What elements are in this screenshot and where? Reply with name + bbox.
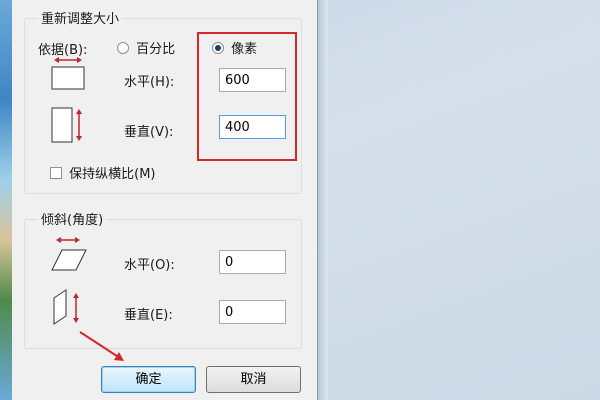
resize-vertical-icon [50, 106, 86, 146]
skew-group-title: 倾斜(角度) [38, 209, 107, 228]
cancel-button[interactable]: 取消 [206, 366, 301, 393]
annotation-arrow-icon [78, 330, 128, 364]
highlight-annotation-box [197, 32, 297, 161]
keep-ratio-label: 保持纵横比(M) [69, 167, 156, 182]
radio-percent-label: 百分比 [136, 42, 176, 57]
keep-ratio-checkbox-box[interactable] [50, 166, 62, 179]
skew-horizontal-label: 水平(O): [124, 258, 175, 273]
resize-horizontal-label: 水平(H): [124, 75, 175, 90]
resize-vertical-label: 垂直(V): [124, 125, 174, 140]
skew-vertical-input[interactable] [219, 300, 286, 324]
resize-horizontal-icon [50, 56, 86, 92]
radio-percent-indicator[interactable] [117, 41, 129, 54]
ok-button[interactable]: 确定 [101, 366, 196, 393]
dialog-border [318, 0, 328, 400]
keep-ratio-checkbox[interactable]: 保持纵横比(M) [50, 163, 156, 182]
skew-vertical-icon [52, 288, 82, 328]
skew-vertical-label: 垂直(E): [124, 308, 173, 323]
radio-percent[interactable]: 百分比 [117, 38, 175, 57]
skew-horizontal-input[interactable] [219, 250, 286, 274]
desktop-wallpaper-strip [0, 0, 12, 400]
skew-horizontal-icon [50, 236, 90, 272]
resize-group-title: 重新调整大小 [38, 8, 123, 27]
